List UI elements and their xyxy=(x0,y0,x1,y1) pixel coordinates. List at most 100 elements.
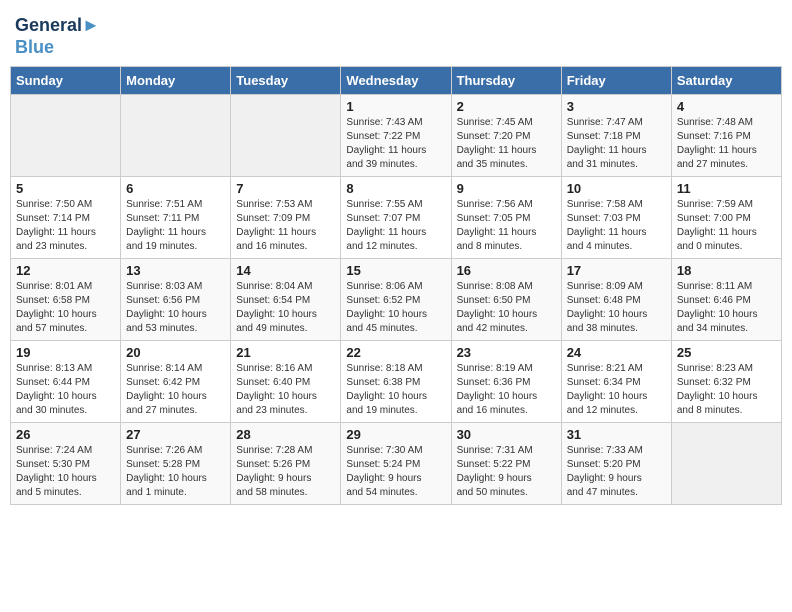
day-info: Daylight: 11 hours xyxy=(457,144,556,158)
day-info: Daylight: 10 hours xyxy=(16,390,115,404)
calendar-cell: 18Sunrise: 8:11 AMSunset: 6:46 PMDayligh… xyxy=(671,259,781,341)
day-info: Sunset: 7:11 PM xyxy=(126,212,225,226)
day-info: and 12 minutes. xyxy=(567,404,666,418)
calendar-cell: 14Sunrise: 8:04 AMSunset: 6:54 PMDayligh… xyxy=(231,259,341,341)
weekday-header-row: SundayMondayTuesdayWednesdayThursdayFrid… xyxy=(11,67,782,95)
calendar-cell: 16Sunrise: 8:08 AMSunset: 6:50 PMDayligh… xyxy=(451,259,561,341)
day-info: and 58 minutes. xyxy=(236,486,335,500)
calendar-cell: 5Sunrise: 7:50 AMSunset: 7:14 PMDaylight… xyxy=(11,177,121,259)
day-info: Daylight: 10 hours xyxy=(16,308,115,322)
weekday-header-tuesday: Tuesday xyxy=(231,67,341,95)
day-info: Sunset: 6:32 PM xyxy=(677,376,776,390)
day-number: 9 xyxy=(457,181,556,196)
day-info: Sunrise: 7:58 AM xyxy=(567,198,666,212)
logo-subtext: Blue xyxy=(15,37,100,59)
calendar-cell: 26 Sunrise: 7:24 AMSunset: 5:30 PMDayligh… xyxy=(11,423,121,505)
day-info: Sunset: 7:14 PM xyxy=(16,212,115,226)
day-info: Daylight: 10 hours xyxy=(677,308,776,322)
day-info: Daylight: 10 hours xyxy=(236,390,335,404)
day-info: Sunset: 5:30 PM xyxy=(16,458,115,472)
day-info: Sunset: 7:03 PM xyxy=(567,212,666,226)
day-info: and 57 minutes. xyxy=(16,322,115,336)
day-info: Sunrise: 7:26 AM xyxy=(126,444,225,458)
day-info: Sunset: 6:42 PM xyxy=(126,376,225,390)
day-info: Sunset: 7:16 PM xyxy=(677,130,776,144)
day-number: 10 xyxy=(567,181,666,196)
day-info: Sunset: 6:52 PM xyxy=(346,294,445,308)
day-info: Daylight: 10 hours xyxy=(346,308,445,322)
day-info: and 1 minute. xyxy=(126,486,225,500)
day-info: Sunset: 6:56 PM xyxy=(126,294,225,308)
day-info: and 16 minutes. xyxy=(236,240,335,254)
day-info: Sunrise: 8:11 AM xyxy=(677,280,776,294)
day-info: Sunrise: 8:08 AM xyxy=(457,280,556,294)
day-info: Daylight: 9 hours xyxy=(236,472,335,486)
day-info: and 31 minutes. xyxy=(567,158,666,172)
day-info: and 12 minutes. xyxy=(346,240,445,254)
day-info: Sunrise: 8:23 AM xyxy=(677,362,776,376)
day-info: Sunset: 7:05 PM xyxy=(457,212,556,226)
day-info: Sunset: 6:44 PM xyxy=(16,376,115,390)
calendar-table: SundayMondayTuesdayWednesdayThursdayFrid… xyxy=(10,66,782,505)
day-info: Sunrise: 8:03 AM xyxy=(126,280,225,294)
day-number: 27 xyxy=(126,427,225,442)
day-info: Daylight: 9 hours xyxy=(567,472,666,486)
day-info: Sunset: 6:48 PM xyxy=(567,294,666,308)
day-info: Sunset: 5:20 PM xyxy=(567,458,666,472)
day-info: Sunset: 7:22 PM xyxy=(346,130,445,144)
day-info: Daylight: 11 hours xyxy=(16,226,115,240)
day-info: and 19 minutes. xyxy=(126,240,225,254)
day-info: Sunset: 7:00 PM xyxy=(677,212,776,226)
calendar-cell: 13Sunrise: 8:03 AMSunset: 6:56 PMDayligh… xyxy=(121,259,231,341)
day-number: 24 xyxy=(567,345,666,360)
calendar-cell: 24Sunrise: 8:21 AMSunset: 6:34 PMDayligh… xyxy=(561,341,671,423)
calendar-cell: 17Sunrise: 8:09 AMSunset: 6:48 PMDayligh… xyxy=(561,259,671,341)
day-info: and 27 minutes. xyxy=(126,404,225,418)
day-info: and 47 minutes. xyxy=(567,486,666,500)
day-number: 25 xyxy=(677,345,776,360)
calendar-cell: 21Sunrise: 8:16 AMSunset: 6:40 PMDayligh… xyxy=(231,341,341,423)
calendar-cell: 22Sunrise: 8:18 AMSunset: 6:38 PMDayligh… xyxy=(341,341,451,423)
day-info: Sunset: 6:58 PM xyxy=(16,294,115,308)
day-info: and 23 minutes. xyxy=(236,404,335,418)
day-info: and 39 minutes. xyxy=(346,158,445,172)
calendar-cell: 20Sunrise: 8:14 AMSunset: 6:42 PMDayligh… xyxy=(121,341,231,423)
calendar-cell: 3Sunrise: 7:47 AMSunset: 7:18 PMDaylight… xyxy=(561,95,671,177)
day-number: 31 xyxy=(567,427,666,442)
calendar-cell xyxy=(121,95,231,177)
day-info: Sunrise: 7:53 AM xyxy=(236,198,335,212)
weekday-header-friday: Friday xyxy=(561,67,671,95)
day-info: Sunrise: 8:21 AM xyxy=(567,362,666,376)
day-info: Sunset: 6:54 PM xyxy=(236,294,335,308)
day-info: Daylight: 10 hours xyxy=(567,308,666,322)
day-number: 23 xyxy=(457,345,556,360)
day-info: Sunset: 7:07 PM xyxy=(346,212,445,226)
day-info: and 53 minutes. xyxy=(126,322,225,336)
day-info: Daylight: 10 hours xyxy=(126,390,225,404)
day-number: 26 xyxy=(16,427,115,442)
day-info: and 8 minutes. xyxy=(457,240,556,254)
day-info: Sunrise: 7:31 AM xyxy=(457,444,556,458)
day-number: 15 xyxy=(346,263,445,278)
day-info: Daylight: 11 hours xyxy=(567,226,666,240)
day-info: Sunrise: 7:43 AM xyxy=(346,116,445,130)
day-info: Sunrise: 7:24 AM xyxy=(16,444,115,458)
day-info: Sunrise: 7:51 AM xyxy=(126,198,225,212)
day-info: and 4 minutes. xyxy=(567,240,666,254)
day-info: Daylight: 10 hours xyxy=(126,308,225,322)
day-info: Sunrise: 7:55 AM xyxy=(346,198,445,212)
day-number: 19 xyxy=(16,345,115,360)
day-info: Daylight: 10 hours xyxy=(236,308,335,322)
day-info: Daylight: 10 hours xyxy=(16,472,115,486)
calendar-cell: 9Sunrise: 7:56 AMSunset: 7:05 PMDaylight… xyxy=(451,177,561,259)
day-info: Sunrise: 8:14 AM xyxy=(126,362,225,376)
day-number: 14 xyxy=(236,263,335,278)
day-number: 4 xyxy=(677,99,776,114)
day-info: and 8 minutes. xyxy=(677,404,776,418)
day-info: and 54 minutes. xyxy=(346,486,445,500)
day-info: Daylight: 10 hours xyxy=(457,390,556,404)
day-info: and 49 minutes. xyxy=(236,322,335,336)
calendar-cell: 30Sunrise: 7:31 AMSunset: 5:22 PMDayligh… xyxy=(451,423,561,505)
week-row-3: 12Sunrise: 8:01 AMSunset: 6:58 PMDayligh… xyxy=(11,259,782,341)
day-info: Sunrise: 8:16 AM xyxy=(236,362,335,376)
